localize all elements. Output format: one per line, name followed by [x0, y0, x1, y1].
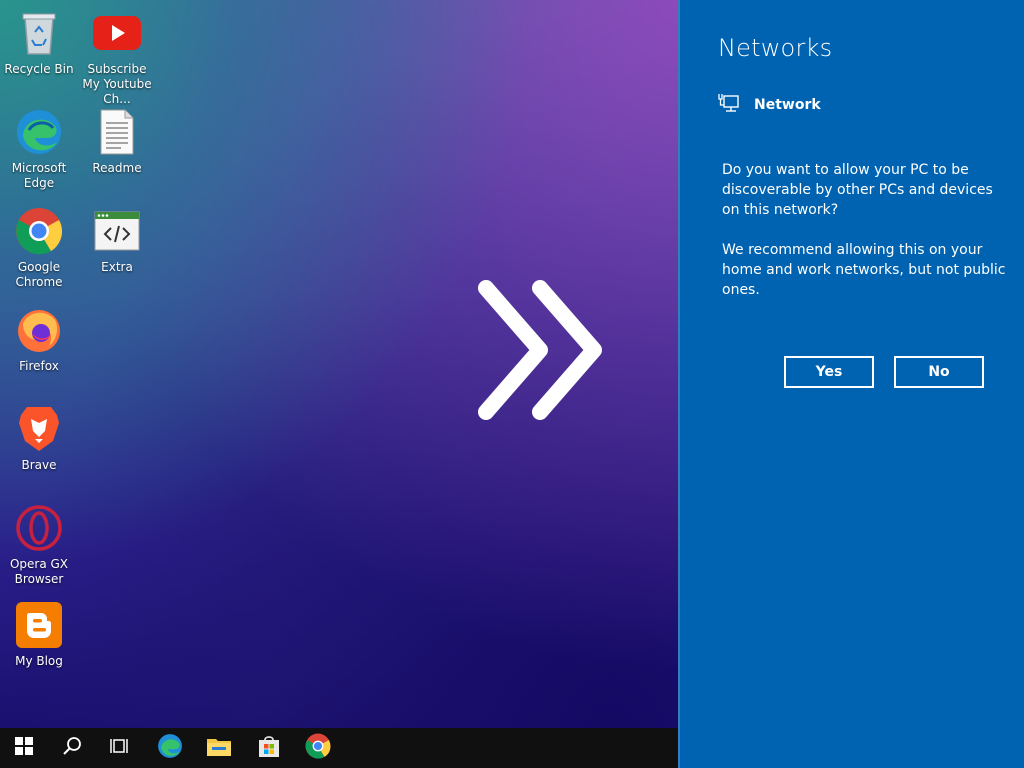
taskbar-chrome[interactable]: [294, 728, 342, 768]
desktop-icon-my-blog[interactable]: My Blog: [0, 600, 78, 669]
desktop-icon-readme[interactable]: Readme: [78, 107, 156, 176]
text-file-icon: [92, 107, 142, 157]
file-explorer-icon: [206, 735, 232, 761]
desktop-icon-label: Brave: [21, 458, 57, 472]
desktop-icon-edge[interactable]: Microsoft Edge: [0, 107, 78, 191]
search-button[interactable]: [48, 728, 96, 768]
blogger-icon: [14, 600, 64, 650]
double-chevron-right-icon: [470, 278, 610, 432]
discoverable-question: Do you want to allow your PC to be disco…: [722, 162, 993, 218]
desktop-icon-label: Firefox: [19, 359, 59, 373]
taskbar-file-explorer[interactable]: [195, 728, 243, 768]
code-window-icon: [92, 206, 142, 256]
desktop-icon-youtube[interactable]: Subscribe My Youtube Ch...: [78, 8, 156, 107]
taskbar: [0, 728, 680, 768]
desktop: Recycle Bin Subscribe My Youtube Ch... M…: [0, 0, 680, 728]
edge-icon: [157, 733, 183, 763]
edge-icon: [14, 107, 64, 157]
ethernet-network-icon: [718, 93, 740, 117]
search-icon: [62, 736, 82, 760]
taskbar-edge[interactable]: [146, 728, 194, 768]
panel-title: Networks: [718, 34, 833, 62]
desktop-icon-label: Extra: [101, 260, 133, 274]
desktop-icon-label: Subscribe My Youtube Ch...: [82, 62, 152, 106]
start-icon: [15, 737, 33, 759]
desktop-icon-extra[interactable]: Extra: [78, 206, 156, 275]
networks-panel: Networks Network Do you want to allow yo…: [678, 0, 1024, 768]
recycle-bin-icon: [14, 8, 64, 58]
desktop-icon-label: My Blog: [15, 654, 63, 668]
firefox-icon: [14, 305, 64, 355]
task-view-icon: [110, 737, 130, 759]
chrome-icon: [305, 733, 331, 763]
store-icon: [257, 734, 281, 762]
desktop-icon-label: Recycle Bin: [4, 62, 74, 76]
no-button[interactable]: No: [894, 356, 984, 388]
desktop-icon-chrome[interactable]: Google Chrome: [0, 206, 78, 290]
brave-icon: [14, 404, 64, 454]
desktop-icon-recycle-bin[interactable]: Recycle Bin: [0, 8, 78, 77]
desktop-icon-label: Microsoft Edge: [11, 161, 67, 190]
desktop-icon-label: Opera GX Browser: [9, 557, 69, 586]
recommendation-text: We recommend allowing this on your home …: [722, 242, 1006, 298]
opera-gx-icon: [14, 503, 64, 553]
youtube-icon: [92, 8, 142, 58]
task-view-button[interactable]: [96, 728, 144, 768]
network-name: Network: [754, 97, 821, 113]
desktop-icon-brave[interactable]: Brave: [0, 404, 78, 473]
network-item[interactable]: Network: [718, 93, 821, 117]
desktop-icon-label: Readme: [92, 161, 142, 175]
desktop-icon-firefox[interactable]: Firefox: [0, 305, 78, 374]
taskbar-store[interactable]: [245, 728, 293, 768]
yes-button[interactable]: Yes: [784, 356, 874, 388]
chrome-icon: [14, 206, 64, 256]
desktop-icon-opera-gx[interactable]: Opera GX Browser: [0, 503, 78, 587]
start-button[interactable]: [0, 728, 48, 768]
desktop-icon-label: Google Chrome: [15, 260, 63, 289]
